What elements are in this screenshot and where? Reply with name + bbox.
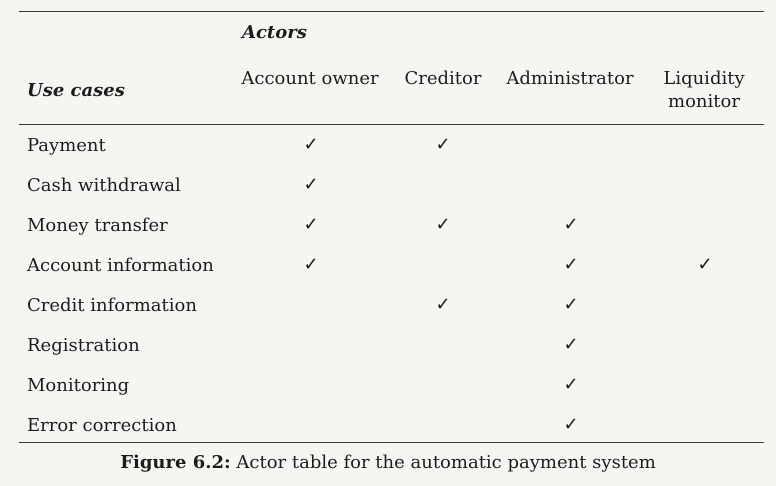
check-mark-icon: ✓: [563, 294, 579, 315]
check-mark-icon: ✓: [303, 134, 319, 155]
use-cases-heading: Use cases: [27, 80, 125, 101]
actor-header-line: monitor: [668, 91, 740, 112]
table-row: Cash withdrawal ✓: [0, 170, 776, 210]
actor-header-account-owner: Account owner: [240, 67, 380, 90]
use-case-label: Cash withdrawal: [27, 175, 181, 196]
check-mark-icon: ✓: [435, 294, 451, 315]
actor-header-creditor: Creditor: [398, 67, 488, 90]
actor-header-line: Account owner: [241, 68, 379, 89]
table-row: Error correction ✓: [0, 410, 776, 450]
figure-caption-text: Actor table for the automatic payment sy…: [230, 452, 656, 473]
actors-heading: Actors: [242, 22, 307, 43]
table-row: Credit information ✓ ✓: [0, 290, 776, 330]
document-page: Actors Use cases Account owner Creditor …: [0, 0, 776, 486]
check-mark-icon: ✓: [303, 214, 319, 235]
table-row: Money transfer ✓ ✓ ✓: [0, 210, 776, 250]
use-case-label: Money transfer: [27, 215, 168, 236]
check-mark-icon: ✓: [303, 174, 319, 195]
use-case-label: Registration: [27, 335, 140, 356]
actor-header-liquidity-monitor: Liquidity monitor: [652, 67, 756, 113]
table-row: Monitoring ✓: [0, 370, 776, 410]
use-case-label: Account information: [27, 255, 214, 276]
table-header-rule: [19, 124, 764, 125]
actor-header-line: Administrator: [506, 68, 634, 89]
actor-header-line: Creditor: [404, 68, 482, 89]
table-row: Registration ✓: [0, 330, 776, 370]
check-mark-icon: ✓: [563, 214, 579, 235]
actor-header-line: Liquidity: [663, 68, 745, 89]
use-case-label: Monitoring: [27, 375, 130, 396]
check-mark-icon: ✓: [435, 214, 451, 235]
actor-header-administrator: Administrator: [500, 67, 640, 90]
check-mark-icon: ✓: [563, 414, 579, 435]
use-case-label: Error correction: [27, 415, 177, 436]
check-mark-icon: ✓: [435, 134, 451, 155]
table-row: Account information ✓ ✓ ✓: [0, 250, 776, 290]
check-mark-icon: ✓: [563, 334, 579, 355]
check-mark-icon: ✓: [303, 254, 319, 275]
figure-caption: Figure 6.2: Actor table for the automati…: [0, 452, 776, 473]
use-case-label: Credit information: [27, 295, 197, 316]
use-case-label: Payment: [27, 135, 106, 156]
table-bottom-rule: [19, 442, 764, 443]
check-mark-icon: ✓: [563, 374, 579, 395]
figure-caption-label: Figure 6.2:: [120, 452, 231, 473]
table-top-rule: [19, 11, 764, 12]
check-mark-icon: ✓: [697, 254, 713, 275]
table-row: Payment ✓ ✓: [0, 130, 776, 170]
check-mark-icon: ✓: [563, 254, 579, 275]
